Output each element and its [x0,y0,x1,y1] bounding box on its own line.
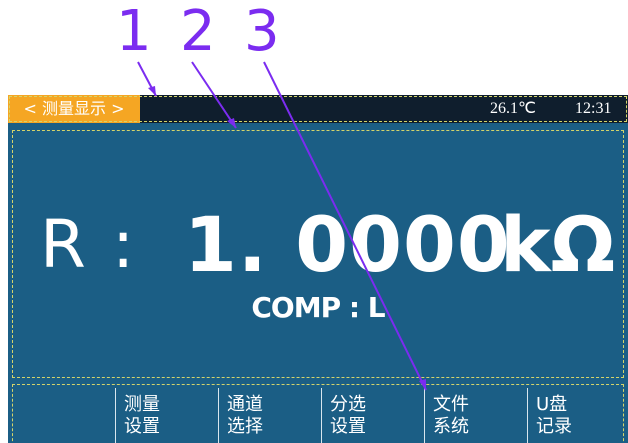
softkey-label-line1: U盘 [536,394,568,415]
softkey-usb-record[interactable]: U盘 记录 [527,388,628,443]
softkey-measure-setup[interactable]: 测量 设置 [115,388,218,443]
softkey-channel-select[interactable]: 通道 选择 [218,388,321,443]
softkey-label-line1: 文件 [433,394,469,415]
softkey-file-system[interactable]: 文件 系统 [424,388,527,443]
measured-unit: kΩ [500,200,616,289]
softkey-label-line1: 测量 [124,394,160,415]
softkey-label-line2: 记录 [536,416,572,437]
softkey-label-line2: 选择 [227,416,263,437]
softkey-label-line1: 分选 [330,394,366,415]
callout-number-2: 2 [180,0,216,64]
comparator-result: COMP : L [251,291,385,324]
softkey-label-line2: 系统 [433,416,469,437]
title-region-frame [9,96,627,122]
measurement-reading: R : 1. 0000 kΩ [8,195,628,295]
instrument-screen: < 测量显示 > 26.1℃ 12:31 R : 1. 0000 kΩ COMP… [8,95,628,443]
parameter-label: R [40,206,86,283]
softkey-label-line2: 设置 [124,416,160,437]
callout-line-1 [137,61,157,97]
softkey-sort-setup[interactable]: 分选 设置 [321,388,424,443]
softkey-label-line1: 通道 [227,394,263,415]
callout-number-3: 3 [244,0,280,64]
softkey-bar: 测量 设置 通道 选择 分选 设置 文件 系统 U盘 记录 [12,388,624,443]
softkey-label-line2: 设置 [330,416,366,437]
softkey-blank[interactable] [12,388,115,443]
measured-value: 1. 0000 [184,200,511,289]
callout-number-1: 1 [116,0,152,64]
parameter-colon: : [112,206,135,283]
